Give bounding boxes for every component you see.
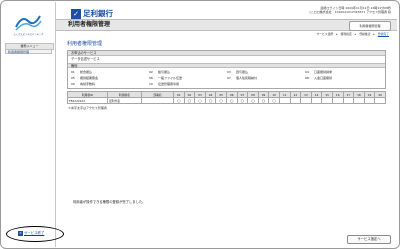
logo-caption: ふくぎんビジネスバンキング bbox=[13, 33, 44, 36]
breadcrumb-sep: ▸ bbox=[373, 32, 375, 36]
right-label: 振替結果照会 bbox=[80, 76, 99, 80]
right-mark-cell bbox=[363, 97, 376, 104]
breadcrumb-sep: ▸ bbox=[336, 32, 338, 36]
service-end-label: サービス終了 bbox=[24, 231, 45, 235]
right-no: 01 bbox=[71, 70, 75, 74]
service-select-button[interactable]: サービス指定へ bbox=[347, 235, 391, 244]
right-mark-cell: ○ bbox=[183, 97, 196, 104]
bank-brand-logo bbox=[12, 11, 44, 33]
right-mark-cell bbox=[374, 97, 386, 104]
section-title: 利用者権限管理 bbox=[67, 41, 103, 47]
breadcrumb-step: 権利指定 bbox=[340, 32, 352, 36]
right-mark-cell: ○ bbox=[215, 97, 227, 104]
page-title: 利用者権限管理 bbox=[68, 21, 111, 28]
right-mark-cell bbox=[353, 97, 365, 104]
right-no: 04 bbox=[305, 70, 309, 74]
right-mark-cell bbox=[342, 97, 355, 104]
right-no: 02 bbox=[149, 70, 153, 74]
right-mark-cell: ○ bbox=[257, 97, 270, 104]
right-mark-cell: ○ bbox=[173, 97, 185, 104]
sidebar-item-user-rights[interactable]: 利用者権限管理 bbox=[5, 49, 52, 54]
right-mark-cell bbox=[321, 97, 333, 104]
right-mark-cell: ○ bbox=[204, 97, 217, 104]
breadcrumb-current: 登録完了 bbox=[377, 32, 389, 36]
right-mark-cell bbox=[310, 97, 323, 104]
service-panel: お申込のサービス データ伝送サービス 権利 01 総合振込 02 給与振込 03… bbox=[67, 50, 386, 89]
breadcrumb: サービス選択 ▸ 権利指定 ▸ 登録確認 ▸ 登録完了 bbox=[316, 32, 389, 36]
user-name-cell: 足利代表 bbox=[107, 97, 142, 104]
breadcrumb-step: サービス選択 bbox=[316, 32, 334, 36]
right-label: 伝送管理者専用 bbox=[158, 82, 180, 86]
service-end-link[interactable]: ✕ サービス終了 bbox=[18, 230, 44, 236]
right-label: 一般ファイル伝送 bbox=[158, 76, 183, 80]
right-label: 入金口座振替 bbox=[314, 76, 333, 80]
right-mark-cell bbox=[331, 97, 344, 104]
right-mark-cell: ○ bbox=[225, 97, 238, 104]
right-mark-cell: ○ bbox=[236, 97, 249, 104]
sidebar: ふくぎんビジネスバンキング 業務メニュー 利用者権限管理 bbox=[2, 2, 56, 247]
right-no: 05 bbox=[71, 76, 75, 80]
right-mark-cell bbox=[289, 97, 302, 104]
right-no: 07 bbox=[227, 76, 231, 80]
right-no: 10 bbox=[149, 82, 153, 86]
panel-subheading: 権利 bbox=[68, 63, 385, 68]
window-frame: ふくぎんビジネスバンキング 業務メニュー 利用者権限管理 ✕ サービス終了 ✓ … bbox=[0, 0, 400, 249]
breadcrumb-step: 登録確認 bbox=[359, 32, 371, 36]
bank-logo: ✓ 足利銀行 bbox=[71, 8, 113, 19]
right-no: 09 bbox=[71, 82, 75, 86]
completion-message: 利用者が操作できる権限の登録が完了しました。 bbox=[73, 200, 146, 204]
right-mark-cell: ○ bbox=[268, 97, 280, 104]
admin-note: ＊青字太字はアクセス管理者 bbox=[68, 106, 107, 110]
right-label: 個人住民税納付 bbox=[236, 76, 258, 80]
right-mark-cell bbox=[300, 97, 312, 104]
breadcrumb-sep: ▸ bbox=[354, 32, 357, 36]
service-name: データ伝送サービス bbox=[71, 57, 100, 61]
dept-cell bbox=[141, 97, 174, 104]
right-label: 総合振込 bbox=[80, 70, 93, 74]
right-label: 為替手数料 bbox=[80, 82, 96, 86]
user-id-cell: FB2222222 bbox=[67, 97, 108, 104]
table-row: FB2222222 足利代表 ○ ○ ○ ○ ○ ○ ○ ○ ○ ○ bbox=[67, 97, 386, 104]
right-no: 06 bbox=[149, 76, 153, 80]
user-info: ○△ロロ株式会社 1010021012345671 アクセス管理者 様 bbox=[308, 10, 391, 14]
right-mark-cell: ○ bbox=[247, 97, 259, 104]
bank-mark-icon: ✓ bbox=[71, 8, 81, 19]
rights-table: 利用者ID 利用者名 部署名 01 02 03 04 05 06 07 08 0… bbox=[67, 91, 386, 104]
right-label: 給与振込 bbox=[158, 70, 171, 74]
right-no: 03 bbox=[227, 70, 231, 74]
right-mark-cell: ○ bbox=[194, 97, 206, 104]
bank-name: 足利銀行 bbox=[83, 9, 113, 18]
title-bar: 利用者権限管理 利用者権限管理 bbox=[56, 19, 397, 31]
right-label: 賞与振込 bbox=[236, 70, 249, 74]
exit-icon: ✕ bbox=[18, 230, 23, 236]
tab-user-rights[interactable]: 利用者権限管理 bbox=[349, 21, 391, 31]
right-label: 口座振替請求 bbox=[314, 70, 333, 74]
panel-heading: お申込のサービス bbox=[68, 51, 385, 56]
right-mark-cell bbox=[278, 97, 291, 104]
right-no: 08 bbox=[305, 76, 309, 80]
